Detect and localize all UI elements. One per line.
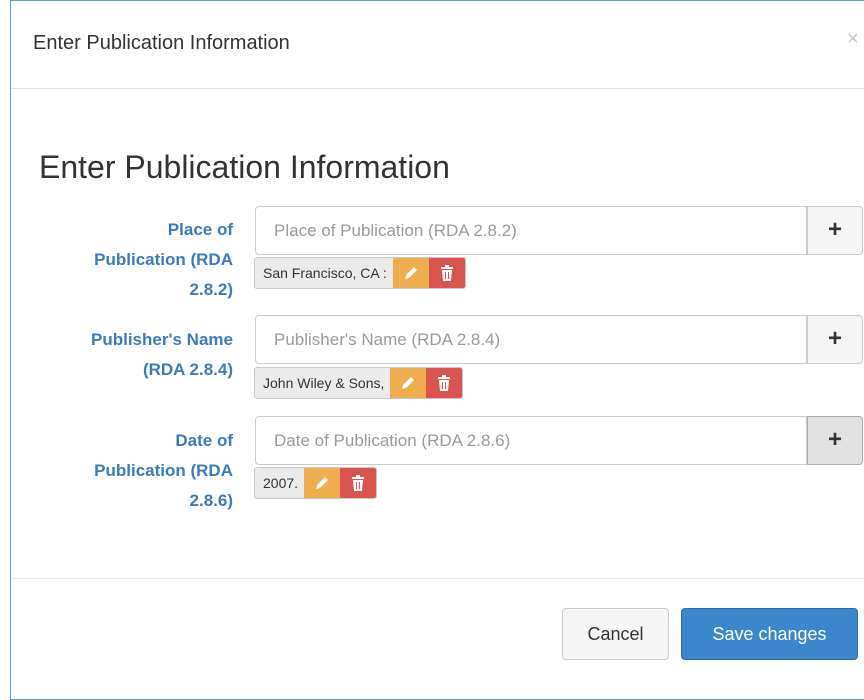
place-of-publication-label: Place of Publication (RDA 2.8.2) (21, 215, 233, 305)
label-line: Date of (175, 431, 233, 450)
pencil-icon[interactable] (390, 368, 427, 398)
label-line: Place of (167, 220, 233, 239)
label-line: Publication (RDA (94, 250, 233, 269)
publisher-name-input[interactable] (255, 315, 807, 364)
date-of-publication-input[interactable] (255, 416, 807, 465)
tag-value: San Francisco, CA : (255, 258, 393, 288)
publisher-tag: John Wiley & Sons, (254, 367, 464, 399)
add-place-button[interactable]: + (807, 206, 863, 255)
label-line: 2.8.6) (189, 491, 233, 510)
cancel-button[interactable]: Cancel (562, 608, 669, 660)
trash-icon[interactable] (426, 368, 463, 398)
modal-header: Enter Publication Information × (11, 1, 864, 89)
add-publisher-button[interactable]: + (807, 315, 863, 364)
trash-icon[interactable] (340, 468, 377, 498)
pencil-icon[interactable] (304, 468, 341, 498)
modal-title: Enter Publication Information (33, 32, 290, 54)
save-changes-button[interactable]: Save changes (681, 608, 858, 660)
label-line: (RDA 2.8.4) (142, 360, 233, 379)
trash-icon[interactable] (428, 258, 465, 288)
tag-value: John Wiley & Sons, (255, 368, 391, 398)
date-tag: 2007. (254, 467, 378, 499)
publisher-name-label: Publisher's Name (RDA 2.8.4) (21, 325, 233, 385)
close-icon[interactable]: × (847, 28, 859, 51)
place-tag: San Francisco, CA : (254, 257, 466, 289)
date-of-publication-label: Date of Publication (RDA 2.8.6) (21, 426, 233, 516)
place-of-publication-input[interactable] (255, 206, 807, 255)
pencil-icon[interactable] (392, 258, 429, 288)
modal-dialog: Enter Publication Information × Enter Pu… (10, 0, 864, 700)
label-line: Publication (RDA (94, 461, 233, 480)
modal-footer-divider (11, 578, 864, 579)
label-line: Publisher's Name (91, 330, 233, 349)
label-line: 2.8.2) (189, 280, 233, 299)
form-heading: Enter Publication Information (39, 149, 450, 185)
tag-value: 2007. (255, 468, 305, 498)
add-date-button[interactable]: + (807, 416, 863, 465)
